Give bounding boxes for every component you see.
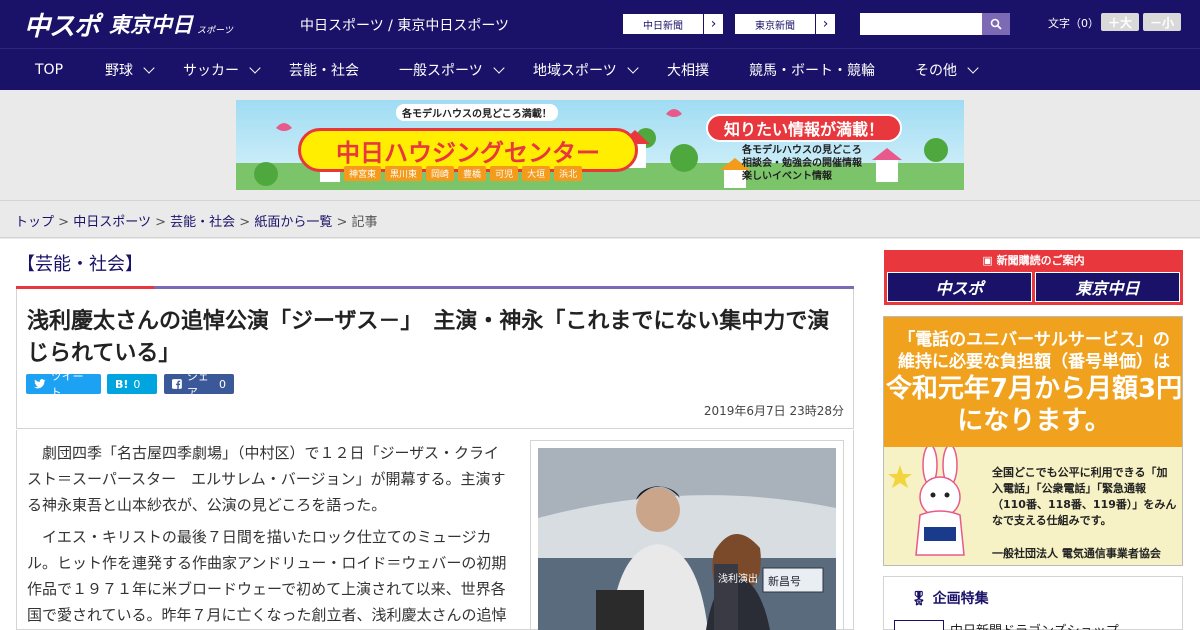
breadcrumb-separator: > <box>155 215 166 230</box>
main-nav: TOP 野球 サッカー 芸能・社会 一般スポーツ 地域スポーツ 大相撲 競馬・ボ… <box>0 48 1200 90</box>
site-logo[interactable]: 中スポ 東京中日 スポーツ <box>24 8 233 42</box>
banner-city-list: 神宮東 黒川東 岡崎 豊橋 可児 大垣 浜北 <box>344 166 583 181</box>
special-item-link[interactable]: 中日新聞ドラゴンズショップ <box>950 620 1119 630</box>
universal-service-ad[interactable]: 「電話のユニバーサルサービス」の維持に必要な負担額（番号単価）は 令和元年7月か… <box>883 316 1183 566</box>
banner-city: 可児 <box>490 166 519 181</box>
chevron-down-icon <box>627 62 639 74</box>
breadcrumb-top[interactable]: トップ <box>15 215 54 230</box>
search-input[interactable] <box>860 13 982 35</box>
font-size-minus-button[interactable]: －小 <box>1143 13 1181 31</box>
breadcrumb-separator: > <box>239 215 251 230</box>
banner-feature: 各モデルハウスの見どころ <box>742 145 862 156</box>
banner-feature: 相談会・勉強会の開催情報 <box>742 158 862 169</box>
nav-sumo[interactable]: 大相撲 <box>667 49 709 91</box>
facebook-share-button[interactable]: シェア 0 <box>164 370 234 399</box>
link-tokyo-shimbun[interactable]: 東京新聞 › <box>734 13 836 35</box>
banner-feature-list: 各モデルハウスの見どころ 相談会・勉強会の開催情報 楽しいイベント情報 <box>742 144 862 183</box>
chevron-right-icon: › <box>703 14 723 34</box>
breadcrumb: トップ > 中日スポーツ > 芸能・社会 > 紙面から一覧 > 記事 <box>15 211 378 230</box>
search-icon <box>990 18 1002 30</box>
site-title: 中日スポーツ / 東京中日スポーツ <box>300 18 510 34</box>
breadcrumb-entertainment[interactable]: 芸能・社会 <box>170 215 235 230</box>
special-features-title: 🎖 企画特集 <box>910 591 989 607</box>
photo-illustration: 新昌号 浅利演出 <box>538 448 836 630</box>
tweet-button[interactable]: ツイート <box>26 370 101 399</box>
newspaper-icon: ▣ <box>982 254 997 267</box>
article-date: 2019年6月7日 23時28分 <box>703 404 844 418</box>
search-button[interactable] <box>982 13 1010 35</box>
nav-top[interactable]: TOP <box>35 49 63 91</box>
breadcrumb-current: 記事 <box>351 215 378 230</box>
article-headline: 浅利慶太さんの追悼公演「ジーザス－」 主演・神永「これまでにない集中力で演じられ… <box>27 309 830 366</box>
section-label: 【芸能・社会】 <box>17 254 143 275</box>
article-paragraph: イエス・キリストの最後７日間を描いたロック仕立てのミュージカル。ヒット作を連発す… <box>27 528 507 624</box>
nav-entertainment[interactable]: 芸能・社会 <box>289 49 359 91</box>
hatena-bookmark-button[interactable]: B! 0 <box>107 374 157 394</box>
facebook-icon <box>172 379 182 389</box>
chevron-right-icon: › <box>815 14 835 34</box>
font-size-plus-button[interactable]: ＋大 <box>1101 13 1139 31</box>
font-size-label: 文字（0） <box>1048 17 1099 30</box>
photo-board-text: 浅利演出 <box>718 572 758 585</box>
banner-city: 岡崎 <box>426 166 455 181</box>
photo-sign-text: 新昌号 <box>768 574 801 588</box>
rabbit-mascot-icon <box>888 447 965 556</box>
banner-city: 神宮東 <box>344 166 382 181</box>
nav-general-sports[interactable]: 一般スポーツ <box>399 49 505 91</box>
banner-city: 大垣 <box>522 166 551 181</box>
nav-baseball[interactable]: 野球 <box>105 49 155 91</box>
banner-city: 豊橋 <box>458 166 487 181</box>
breadcrumb-chunichi-sports[interactable]: 中日スポーツ <box>73 215 151 230</box>
ad-body: 全国どこでも公平に利用できる「加入電話」「公衆電話」「緊急通報（110番、118… <box>992 466 1177 527</box>
banner-city: 黒川東 <box>385 166 423 181</box>
nav-other[interactable]: その他 <box>915 49 979 91</box>
nav-soccer[interactable]: サッカー <box>183 49 261 91</box>
breadcrumb-separator: > <box>58 215 70 230</box>
ad-line2: 令和元年7月から月額3円になります。 <box>885 374 1183 436</box>
banner-tagline: 知りたい情報が満載！ <box>706 114 902 142</box>
logo-sports: スポーツ <box>197 25 233 36</box>
banner-feature: 楽しいイベント情報 <box>742 171 832 182</box>
ad-line1: 「電話のユニバーサルサービス」の維持に必要な負担額（番号単価）は <box>898 330 1170 372</box>
banner-city: 浜北 <box>554 166 583 181</box>
subscription-title: ▣ 新聞購読のご案内 <box>982 254 1085 267</box>
banner-top-label: 各モデルハウスの見どころ満載！ <box>396 104 558 121</box>
chevron-down-icon <box>249 62 261 74</box>
article-paragraph: 劇団四季「名古屋四季劇場」（中村区）で１２日「ジーザス・クライスト＝スーパースタ… <box>27 444 506 514</box>
logo-tokyo-chunichi: 東京中日 <box>109 13 194 37</box>
card-top-accent <box>16 286 154 289</box>
special-item-thumbnail[interactable] <box>894 620 944 630</box>
subscribe-chuspo-button[interactable]: 中スポ <box>887 272 1032 302</box>
link-chunichi-shimbun[interactable]: 中日新聞 › <box>622 13 724 35</box>
site-header: 中スポ 東京中日 スポーツ 中日スポーツ / 東京中日スポーツ 中日新聞 › 東… <box>0 0 1200 48</box>
nav-racing[interactable]: 競馬・ボート・競輪 <box>749 49 875 91</box>
chevron-down-icon <box>967 62 979 74</box>
article-photo[interactable]: 新昌号 浅利演出 <box>538 448 836 630</box>
breadcrumb-paper-list[interactable]: 紙面から一覧 <box>254 215 332 230</box>
hatena-icon: B! <box>115 377 129 391</box>
facebook-count: 0 <box>219 377 226 391</box>
logo-chuspo: 中スポ <box>24 11 100 42</box>
housing-center-banner-ad[interactable]: 各モデルハウスの見どころ満載！ 中日ハウジングセンター 知りたい情報が満載！ 各… <box>236 100 964 190</box>
chevron-down-icon <box>493 62 505 74</box>
subscribe-tokyo-chunichi-button[interactable]: 東京中日 <box>1035 272 1180 302</box>
nav-local-sports[interactable]: 地域スポーツ <box>533 49 639 91</box>
chevron-down-icon <box>143 62 155 74</box>
ad-sponsor: 一般社団法人 電気通信事業者協会 <box>992 547 1161 560</box>
twitter-icon <box>34 379 46 389</box>
hatena-count: 0 <box>133 377 141 391</box>
ribbon-icon: 🎖 <box>910 591 928 607</box>
breadcrumb-separator: > <box>336 215 348 230</box>
